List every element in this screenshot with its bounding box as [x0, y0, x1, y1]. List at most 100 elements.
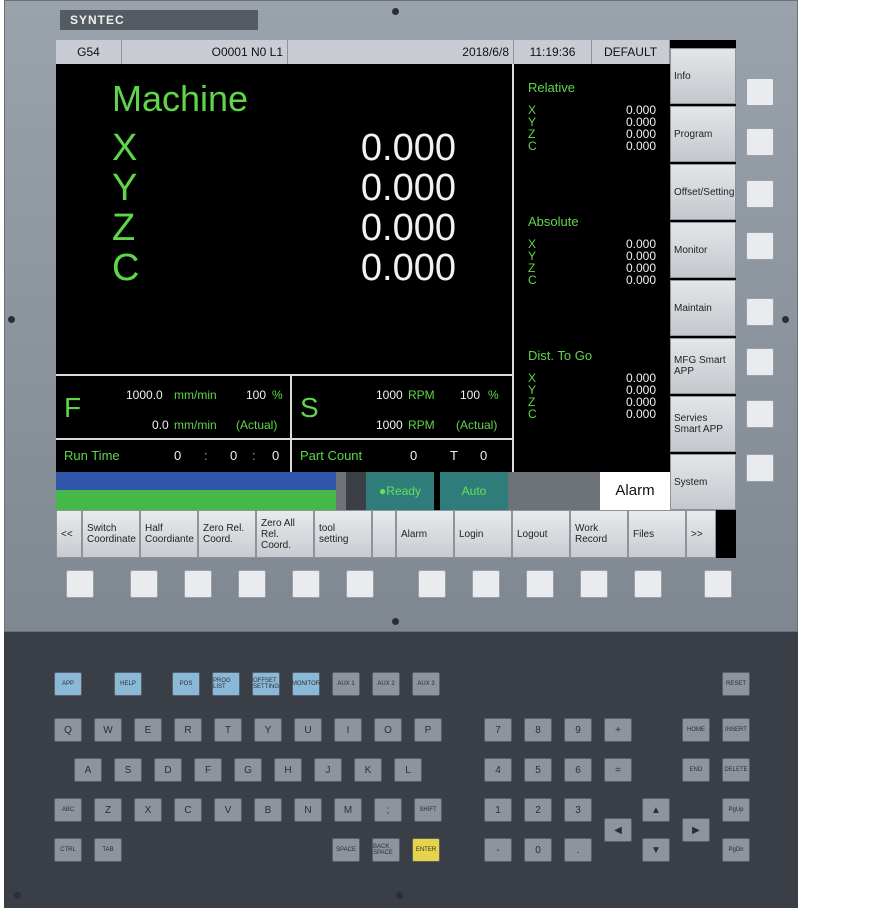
fkey-half-coordinate[interactable]: Half Coordiante — [140, 510, 198, 558]
key-space[interactable]: SPACE — [332, 838, 360, 862]
hw-side-key[interactable] — [746, 454, 774, 482]
key-a[interactable]: A — [74, 758, 102, 782]
key-plus[interactable]: + — [604, 718, 632, 742]
key-w[interactable]: W — [94, 718, 122, 742]
key-o[interactable]: O — [374, 718, 402, 742]
down-arrow-icon[interactable]: ▼ — [642, 838, 670, 862]
fkey-prev[interactable]: << — [56, 510, 82, 558]
fkey-work-record[interactable]: Work Record — [570, 510, 628, 558]
key-g[interactable]: G — [234, 758, 262, 782]
fkey-files[interactable]: Files — [628, 510, 686, 558]
side-menu-maintain[interactable]: Maintain — [670, 280, 736, 336]
side-menu-info[interactable]: Info — [670, 48, 736, 104]
key-8[interactable]: 8 — [524, 718, 552, 742]
key-d[interactable]: D — [154, 758, 182, 782]
key-t[interactable]: T — [214, 718, 242, 742]
key-j[interactable]: J — [314, 758, 342, 782]
key-pgdn[interactable]: PgDn — [722, 838, 750, 862]
side-menu-mfg-smart-app[interactable]: MFG Smart APP — [670, 338, 736, 394]
hw-function-key[interactable] — [472, 570, 500, 598]
key-end[interactable]: END — [682, 758, 710, 782]
key-0[interactable]: 0 — [524, 838, 552, 862]
key-1[interactable]: 1 — [484, 798, 512, 822]
key-f[interactable]: F — [194, 758, 222, 782]
fkey-tool-setting[interactable]: tool setting — [314, 510, 372, 558]
key-ctrl[interactable]: CTRL — [54, 838, 82, 862]
key-prog-list[interactable]: PROG LIST — [212, 672, 240, 696]
hw-function-key[interactable] — [526, 570, 554, 598]
key-b[interactable]: B — [254, 798, 282, 822]
left-arrow-icon[interactable]: ◀ — [604, 818, 632, 842]
key-dot[interactable]: . — [564, 838, 592, 862]
side-menu-monitor[interactable]: Monitor — [670, 222, 736, 278]
fkey-login[interactable]: Login — [454, 510, 512, 558]
right-arrow-icon[interactable]: ▶ — [682, 818, 710, 842]
up-arrow-icon[interactable]: ▲ — [642, 798, 670, 822]
fkey-switch-coordinate[interactable]: Switch Coordinate — [82, 510, 140, 558]
hw-side-key[interactable] — [746, 128, 774, 156]
key-minus[interactable]: - — [484, 838, 512, 862]
key-c[interactable]: C — [174, 798, 202, 822]
key-n[interactable]: N — [294, 798, 322, 822]
key-m[interactable]: M — [334, 798, 362, 822]
hw-side-key[interactable] — [746, 348, 774, 376]
hw-function-key[interactable] — [346, 570, 374, 598]
key-4[interactable]: 4 — [484, 758, 512, 782]
key-l[interactable]: L — [394, 758, 422, 782]
fkey-alarm[interactable]: Alarm — [396, 510, 454, 558]
key-k[interactable]: K — [354, 758, 382, 782]
hw-function-key[interactable] — [418, 570, 446, 598]
hw-function-key[interactable] — [238, 570, 266, 598]
hw-side-key[interactable] — [746, 180, 774, 208]
side-menu-servies-smart-app[interactable]: Servies Smart APP — [670, 396, 736, 452]
key-backspace[interactable]: BACK SPACE — [372, 838, 400, 862]
fkey-zero-all-rel-coord[interactable]: Zero All Rel. Coord. — [256, 510, 314, 558]
key-q[interactable]: Q — [54, 718, 82, 742]
key-p[interactable]: P — [414, 718, 442, 742]
key-5[interactable]: 5 — [524, 758, 552, 782]
hw-function-key[interactable] — [292, 570, 320, 598]
key-6[interactable]: 6 — [564, 758, 592, 782]
fkey-logout[interactable]: Logout — [512, 510, 570, 558]
key-reset[interactable]: RESET — [722, 672, 750, 696]
key-app[interactable]: APP — [54, 672, 82, 696]
key-v[interactable]: V — [214, 798, 242, 822]
key-9[interactable]: 9 — [564, 718, 592, 742]
hw-function-key[interactable] — [634, 570, 662, 598]
key-7[interactable]: 7 — [484, 718, 512, 742]
hw-function-key[interactable] — [130, 570, 158, 598]
hw-side-key[interactable] — [746, 298, 774, 326]
side-menu-system[interactable]: System — [670, 454, 736, 510]
hw-function-key[interactable] — [184, 570, 212, 598]
key-e[interactable]: E — [134, 718, 162, 742]
key-enter[interactable]: ENTER — [412, 838, 440, 862]
key-abc[interactable]: ABC — [54, 798, 82, 822]
fkey-zero-rel-coord[interactable]: Zero Rel. Coord. — [198, 510, 256, 558]
key-3[interactable]: 3 — [564, 798, 592, 822]
key-aux3[interactable]: AUX 3 — [412, 672, 440, 696]
fkey-blank[interactable] — [372, 510, 396, 558]
key-pos[interactable]: POS — [172, 672, 200, 696]
side-menu-program[interactable]: Program — [670, 106, 736, 162]
key-x[interactable]: X — [134, 798, 162, 822]
key-equals[interactable]: = — [604, 758, 632, 782]
key-h[interactable]: H — [274, 758, 302, 782]
key-aux2[interactable]: AUX 2 — [372, 672, 400, 696]
key-u[interactable]: U — [294, 718, 322, 742]
fkey-next[interactable]: >> — [686, 510, 716, 558]
hw-function-key[interactable] — [704, 570, 732, 598]
key-pgup[interactable]: PgUp — [722, 798, 750, 822]
hw-function-key[interactable] — [66, 570, 94, 598]
key-r[interactable]: R — [174, 718, 202, 742]
key-offset-setting[interactable]: OFFSET SETTING — [252, 672, 280, 696]
key-monitor[interactable]: MONITOR — [292, 672, 320, 696]
key-y[interactable]: Y — [254, 718, 282, 742]
key-s[interactable]: S — [114, 758, 142, 782]
key-home[interactable]: HOME — [682, 718, 710, 742]
hw-side-key[interactable] — [746, 78, 774, 106]
key-tab[interactable]: TAB — [94, 838, 122, 862]
hw-side-key[interactable] — [746, 400, 774, 428]
key-2[interactable]: 2 — [524, 798, 552, 822]
key-help[interactable]: HELP — [114, 672, 142, 696]
key-aux1[interactable]: AUX 1 — [332, 672, 360, 696]
